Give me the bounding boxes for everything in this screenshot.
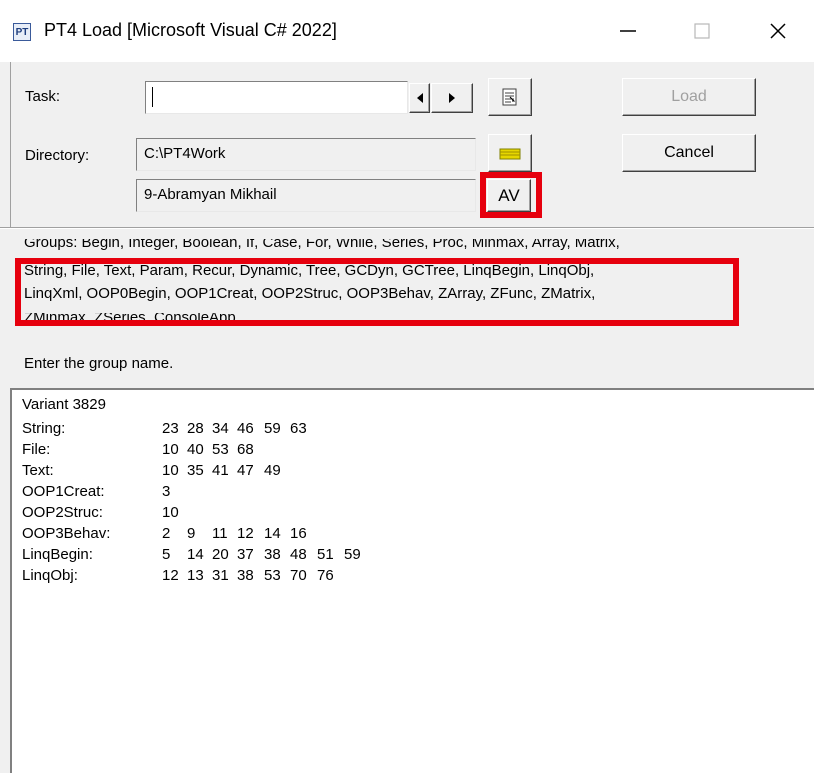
load-button[interactable]: Load [622, 78, 756, 116]
av-highlight-box [480, 172, 542, 218]
variant-task-number: 40 [187, 441, 204, 458]
variant-task-number: 59 [344, 546, 361, 563]
variant-task-number: 16 [290, 525, 307, 542]
variant-task-number: 20 [212, 546, 229, 563]
groups-highlight-box [15, 258, 739, 326]
variant-group-label: LinqObj: [22, 567, 78, 584]
close-button[interactable] [748, 8, 808, 54]
directory-browse-button[interactable] [488, 134, 532, 172]
variant-task-number: 11 [212, 525, 228, 542]
variant-task-number: 38 [264, 546, 281, 563]
variant-task-number: 14 [264, 525, 281, 542]
maximize-icon [694, 23, 710, 39]
prev-task-button[interactable] [409, 83, 430, 113]
variant-task-number: 70 [290, 567, 307, 584]
variant-task-number: 3 [162, 483, 171, 500]
variant-task-number: 76 [317, 567, 334, 584]
variant-task-number: 37 [237, 546, 254, 563]
next-task-button[interactable] [431, 83, 473, 113]
student-value: 9-Abramyan Mikhail [144, 186, 277, 203]
app-icon: PT [13, 23, 31, 41]
close-icon [770, 23, 786, 39]
variant-task-number: 31 [212, 567, 229, 584]
variant-task-number: 41 [212, 462, 229, 479]
variant-task-number: 10 [162, 441, 179, 458]
variant-task-number: 12 [162, 567, 179, 584]
variant-task-number: 38 [237, 567, 254, 584]
maximize-button [672, 8, 732, 54]
variant-group-label: String: [22, 420, 66, 437]
variant-task-number: 10 [162, 462, 179, 479]
variant-group-label: OOP3Behav: [22, 525, 111, 542]
task-list-icon [502, 88, 517, 106]
variant-task-number: 28 [187, 420, 204, 437]
variant-group-label: LinqBegin: [22, 546, 93, 563]
cancel-button[interactable]: Cancel [622, 134, 756, 172]
variant-task-number: 10 [162, 504, 179, 521]
variant-task-number: 53 [264, 567, 281, 584]
left-border [10, 62, 11, 227]
groups-line-1: Groups: Begin, Integer, Boolean, If, Cas… [24, 239, 620, 251]
task-input[interactable] [145, 81, 408, 114]
variant-task-number: 46 [237, 420, 254, 437]
variant-task-number: 34 [212, 420, 229, 437]
title-bar[interactable]: PT PT4 Load [Microsoft Visual C# 2022] [0, 0, 814, 62]
arrow-left-icon [416, 93, 423, 103]
variant-group-label: File: [22, 441, 51, 458]
dialog-body: Task: Directory: C:\PT4Work 9-Abramyan M… [0, 62, 814, 773]
minimize-button[interactable] [598, 8, 658, 54]
variant-task-number: 14 [187, 546, 204, 563]
variant-task-number: 12 [237, 525, 254, 542]
directory-label: Directory: [25, 147, 90, 164]
prompt-text: Enter the group name. [24, 355, 174, 372]
groups-line-1-text: Groups: Begin, Integer, Boolean, If, Cas… [24, 239, 620, 251]
variant-task-number: 59 [264, 420, 281, 437]
folder-icon [499, 148, 521, 160]
arrow-right-icon [449, 93, 455, 103]
window-title: PT4 Load [Microsoft Visual C# 2022] [44, 20, 337, 40]
variant-group-label: OOP2Struc: [22, 504, 103, 521]
variant-task-number: 5 [162, 546, 171, 563]
variant-group-label: Text: [22, 462, 54, 479]
directory-field: C:\PT4Work [136, 138, 476, 171]
variant-task-number: 68 [237, 441, 254, 458]
variant-output: Variant 3829 String: 23 28 34 46 59 63 File: 10 4… [10, 388, 814, 773]
student-field: 9-Abramyan Mikhail [136, 179, 476, 212]
info-panel: Groups: Begin, Integer, Boolean, If, Cas… [0, 229, 814, 389]
variant-task-number: 53 [212, 441, 229, 458]
variant-task-number: 9 [187, 525, 196, 542]
task-label: Task: [25, 88, 61, 105]
variant-task-number: 51 [317, 546, 334, 563]
variant-task-number: 63 [290, 420, 307, 437]
variant-title: Variant 3829 [22, 396, 106, 413]
directory-value: C:\PT4Work [144, 145, 226, 162]
variant-task-number: 47 [237, 462, 254, 479]
variant-task-number: 49 [264, 462, 281, 479]
variant-task-number: 48 [290, 546, 307, 563]
task-browse-button[interactable] [488, 78, 532, 116]
form-panel: Task: Directory: C:\PT4Work 9-Abramyan M… [0, 62, 814, 227]
variant-group-label: OOP1Creat: [22, 483, 105, 500]
text-caret [152, 87, 153, 107]
minimize-icon [620, 30, 636, 32]
variant-task-number: 13 [187, 567, 204, 584]
variant-task-number: 2 [162, 525, 171, 542]
variant-task-number: 35 [187, 462, 204, 479]
variant-task-number: 23 [162, 420, 179, 437]
